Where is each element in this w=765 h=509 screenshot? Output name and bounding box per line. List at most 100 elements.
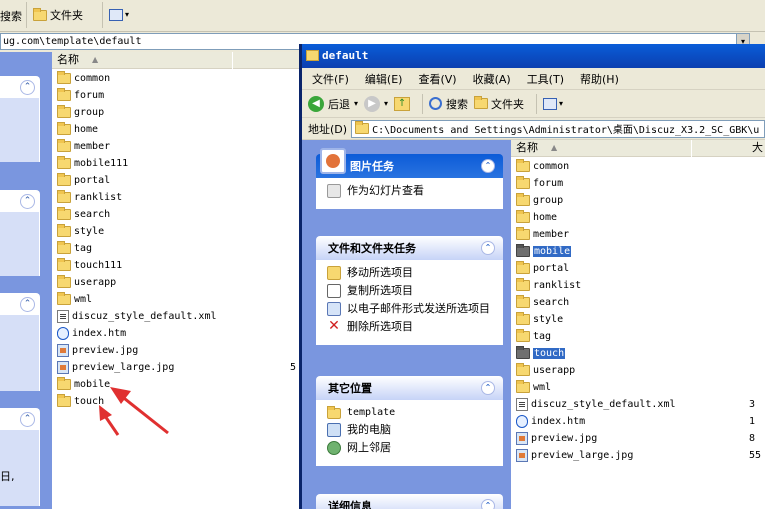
list-item[interactable]: home [57,121,98,138]
list-item[interactable]: group [516,192,563,209]
views-button[interactable]: ▾ [109,8,131,24]
chevron-down-icon[interactable]: ▾ [354,99,358,108]
views-icon [109,9,123,21]
list-item[interactable]: mobile [516,243,572,260]
menu-edit[interactable]: 编辑(E) [365,71,403,87]
list-item[interactable]: member [57,138,110,155]
item-name: discuz_style_default.xml [531,399,676,410]
image-file-icon [516,432,528,445]
list-item[interactable]: touch [57,393,104,410]
up-folder-button[interactable]: ↑ [394,93,411,115]
collapse-icon[interactable]: ⌃ [20,297,35,312]
views-button[interactable]: ▾ [543,93,563,115]
details-header[interactable]: 详细信息 ⌃ [316,494,503,509]
list-item[interactable]: style [57,223,104,240]
list-item[interactable]: tag [57,240,92,257]
task-move[interactable]: 移动所选项目 [327,266,502,280]
collapse-icon[interactable]: ⌃ [20,412,35,427]
list-item[interactable]: group [57,104,104,121]
list-item[interactable]: mobile [57,376,110,393]
collapse-icon[interactable]: ⌃ [481,159,495,173]
list-item[interactable]: search [57,206,110,223]
menu-help[interactable]: 帮助(H) [580,71,619,87]
list-item[interactable]: index.htm [57,325,126,342]
chevron-down-icon[interactable]: ▾ [384,99,388,108]
window-titlebar[interactable]: default [302,44,765,68]
item-name: forum [74,90,105,101]
menu-file[interactable]: 文件(F) [312,71,349,87]
list-item[interactable]: home [516,209,557,226]
collapse-icon[interactable]: ⌃ [20,80,35,95]
folder-icon [57,207,71,220]
list-item[interactable]: touch111 [57,257,122,274]
list-item[interactable]: discuz_style_default.xml [57,308,217,325]
folder-icon [516,210,530,223]
list-item[interactable]: forum [516,175,563,192]
task-email[interactable]: 以电子邮件形式发送所选项目 [327,302,502,316]
list-item[interactable]: wml [57,291,92,308]
list-item[interactable]: tag [516,328,551,345]
collapse-icon[interactable]: ⌃ [481,499,495,509]
list-item[interactable]: common [57,70,110,87]
collapse-icon[interactable]: ⌃ [481,241,495,255]
list-item[interactable]: member [516,226,569,243]
item-name: member [533,229,570,240]
address-label: 地址(D) [308,122,348,136]
column-header-name[interactable]: 名称 ▲ [511,140,691,157]
back-task-pane: ⌃ ⌃ ⌃ ⌃ 日, [0,52,52,509]
back-column-header-size[interactable] [233,52,299,69]
folder-icon [327,406,341,419]
list-item[interactable]: wml [516,379,551,396]
folders-button[interactable]: 文件夹 [474,93,524,115]
list-item[interactable]: userapp [57,274,116,291]
list-item[interactable]: ranklist [516,277,581,294]
search-button[interactable]: 搜索 [429,93,468,115]
list-item[interactable]: discuz_style_default.xml [516,396,676,413]
forward-button[interactable]: ▶ ▾ [364,93,388,115]
list-item[interactable]: preview_large.jpg [57,359,174,376]
copy-icon [327,284,341,298]
menu-favorites[interactable]: 收藏(A) [473,71,511,87]
picture-tasks-header[interactable]: 图片任务 ⌃ [316,148,503,178]
list-item[interactable]: preview.jpg [57,342,138,359]
back-pane-header[interactable]: ⌃ [0,190,40,212]
column-header-size[interactable]: 大 [692,140,765,157]
item-name: ranklist [74,192,123,203]
list-item[interactable]: mobile111 [57,155,128,172]
list-item[interactable]: preview_large.jpg [516,447,633,464]
task-copy[interactable]: 复制所选项目 [327,284,502,298]
folder-icon [57,156,71,169]
list-item[interactable]: userapp [516,362,575,379]
list-item[interactable]: index.htm [516,413,585,430]
task-slideshow[interactable]: 作为幻灯片查看 [327,184,502,198]
back-pane-header[interactable]: ⌃ [0,76,40,98]
back-pane-header[interactable]: ⌃ [0,408,40,430]
delete-icon: ✕ [328,318,340,334]
back-button[interactable]: ◀ 后退 ▾ [308,93,358,115]
other-places-header[interactable]: 其它位置 ⌃ [316,376,503,400]
back-column-header-name[interactable]: 名称 ▲ [52,52,232,69]
back-folders-button[interactable]: 文件夹 [33,7,83,23]
list-item[interactable]: style [516,311,563,328]
list-item[interactable]: ranklist [57,189,122,206]
menu-tools[interactable]: 工具(T) [527,71,564,87]
place-template[interactable]: template [327,406,502,419]
list-item[interactable]: portal [57,172,110,189]
file-tasks-header[interactable]: 文件和文件夹任务 ⌃ [316,236,503,260]
task-delete[interactable]: ✕ 删除所选项目 [327,318,502,334]
list-item[interactable]: touch [516,345,566,362]
menu-view[interactable]: 查看(V) [418,71,456,87]
address-field[interactable]: C:\Documents and Settings\Administrator\… [351,119,765,138]
list-item[interactable]: search [516,294,569,311]
list-item[interactable]: preview.jpg [516,430,597,447]
list-item[interactable]: portal [516,260,569,277]
place-my-computer[interactable]: 我的电脑 [327,423,502,437]
back-search-button[interactable]: 搜索 [0,8,22,24]
list-item[interactable]: common [516,158,569,175]
back-pane-header[interactable]: ⌃ [0,293,40,315]
address-bar: 地址(D) C:\Documents and Settings\Administ… [302,118,765,140]
collapse-icon[interactable]: ⌃ [20,194,35,209]
place-network[interactable]: 网上邻居 [327,441,502,455]
collapse-icon[interactable]: ⌃ [481,381,495,395]
list-item[interactable]: forum [57,87,104,104]
